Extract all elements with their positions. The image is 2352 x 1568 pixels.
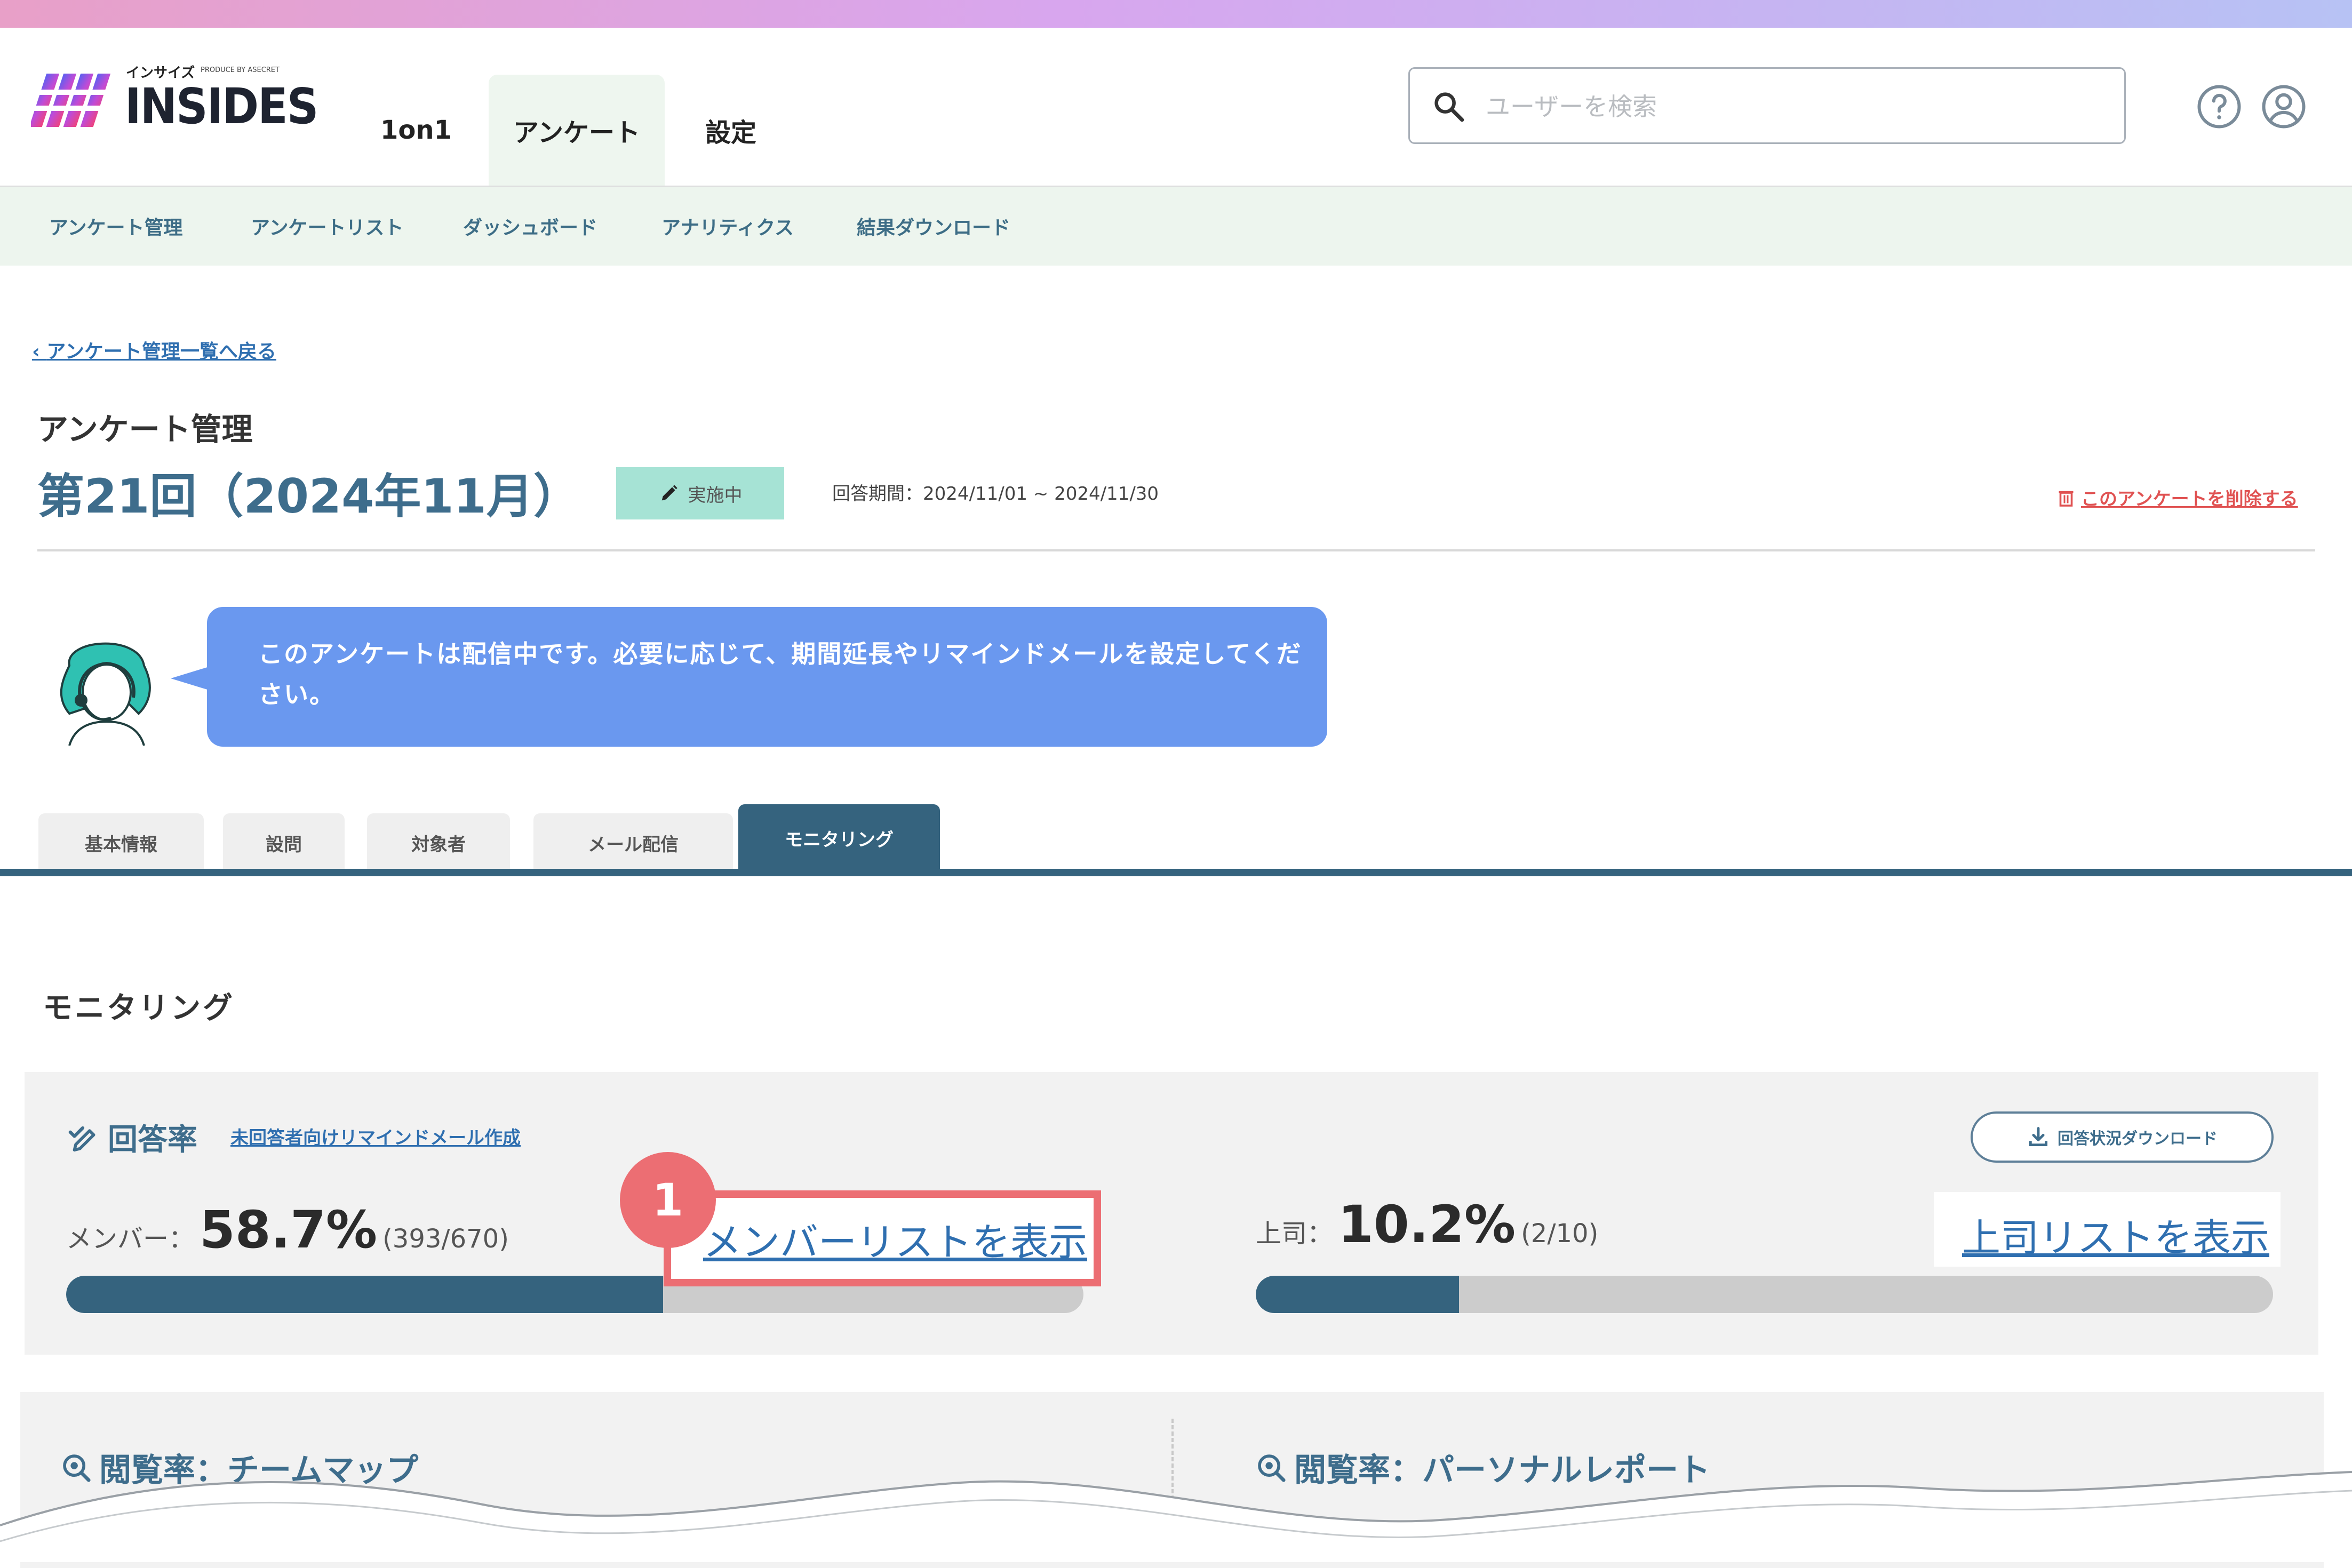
member-rate: メンバー： 58.7% (393/670) — [66, 1200, 509, 1260]
boss-rate-value: 10.2% — [1338, 1195, 1516, 1254]
nav-label: 1on1 — [380, 115, 452, 145]
page-title: 第21回（2024年11月） — [37, 469, 580, 524]
top-gradient-bar — [0, 0, 2352, 28]
response-rate-label: 回答率 — [108, 1123, 197, 1157]
subnav-label: 結果ダウンロード — [857, 217, 1011, 239]
member-list-link[interactable]: メンバーリストを表示 — [703, 1211, 1087, 1267]
torn-edge-decoration — [0, 1471, 2352, 1562]
info-message: このアンケートは配信中です。必要に応じて、期間延長やリマインドメールを設定してく… — [258, 639, 1302, 709]
edit-check-icon — [68, 1126, 95, 1151]
subnav-survey-management[interactable]: アンケート管理 — [49, 187, 183, 266]
subnav-result-download[interactable]: 結果ダウンロード — [857, 187, 1010, 266]
nav-survey[interactable]: アンケート — [489, 75, 665, 186]
tab-label: 対象者 — [411, 834, 466, 855]
search-input[interactable] — [1485, 84, 2100, 130]
back-link[interactable]: ‹ アンケート管理一覧へ戻る — [32, 336, 276, 364]
subnav-survey-list[interactable]: アンケートリスト — [251, 187, 404, 266]
subnav-label: アンケート管理 — [49, 217, 183, 239]
user-search-box[interactable] — [1408, 67, 2126, 144]
member-label: メンバー： — [66, 1224, 195, 1254]
produced-by: PRODUCE BY ASECRET — [201, 66, 280, 74]
nav-1on1[interactable]: 1on1 — [368, 75, 464, 186]
answer-period: 回答期間：2024/11/01 ~ 2024/11/30 — [832, 483, 1159, 505]
member-progress-fill — [66, 1276, 664, 1313]
tab-label: 設問 — [266, 834, 302, 855]
chevron-left-icon: ‹ — [32, 341, 47, 363]
speech-bubble-tail — [171, 667, 209, 690]
download-icon — [2029, 1127, 2048, 1147]
tab-label: モニタリング — [785, 829, 894, 851]
section-label: アンケート管理 — [37, 411, 253, 447]
boss-progress-bar — [1256, 1276, 2273, 1313]
subnav-dashboard[interactable]: ダッシュボード — [463, 187, 597, 266]
boss-list-link[interactable]: 上司リストを表示 — [1962, 1206, 2269, 1262]
divider — [37, 549, 2315, 551]
logo-text: INSIDES — [125, 78, 318, 135]
tab-mail-delivery[interactable]: メール配信 — [533, 813, 733, 872]
status-badge: 実施中 — [616, 467, 784, 519]
subnav-label: アナリティクス — [661, 217, 794, 239]
tab-monitoring[interactable]: モニタリング — [738, 804, 940, 872]
insides-logo[interactable]: インサイズ PRODUCE BY ASECRET INSIDES — [29, 43, 318, 149]
tab-targets[interactable]: 対象者 — [367, 813, 510, 872]
boss-progress-fill — [1256, 1276, 1460, 1313]
member-count: (393/670) — [382, 1224, 509, 1254]
trash-icon — [2059, 491, 2074, 507]
back-link-label: アンケート管理一覧へ戻る — [46, 341, 276, 363]
boss-rate: 上司： 10.2% (2/10) — [1256, 1195, 1598, 1254]
nav-label: 設定 — [705, 118, 756, 148]
tab-label: メール配信 — [588, 834, 679, 855]
help-icon[interactable] — [2195, 83, 2243, 131]
search-icon — [1434, 92, 1464, 122]
member-rate-value: 58.7% — [200, 1200, 378, 1260]
boss-label: 上司： — [1256, 1219, 1333, 1249]
assistant-avatar-icon — [60, 642, 151, 746]
delete-survey-link[interactable]: このアンケートを削除する — [2056, 484, 2298, 510]
pencil-icon — [661, 485, 677, 501]
tab-label: 基本情報 — [85, 834, 157, 855]
tab-questions[interactable]: 設問 — [223, 813, 345, 872]
download-label: 回答状況ダウンロード — [2058, 1130, 2218, 1148]
tab-underline — [0, 869, 2352, 876]
delete-label: このアンケートを削除する — [2081, 489, 2298, 510]
monitoring-heading: モニタリング — [43, 991, 235, 1026]
response-rate-title: 回答率 — [66, 1116, 197, 1159]
step-badge: 1 — [620, 1152, 716, 1248]
subnav-analytics[interactable]: アナリティクス — [661, 187, 794, 266]
download-status-button[interactable]: 回答状況ダウンロード — [1971, 1111, 2274, 1163]
user-account-icon[interactable] — [2260, 83, 2308, 131]
nav-label: アンケート — [513, 118, 641, 148]
subnav-label: アンケートリスト — [251, 217, 404, 239]
tab-basic-info[interactable]: 基本情報 — [38, 813, 204, 872]
subnav-label: ダッシュボード — [463, 217, 598, 239]
status-text: 実施中 — [688, 484, 743, 506]
nav-settings[interactable]: 設定 — [688, 75, 774, 186]
boss-count: (2/10) — [1521, 1219, 1599, 1249]
remind-mail-link[interactable]: 未回答者向けリマインドメール作成 — [230, 1123, 521, 1149]
